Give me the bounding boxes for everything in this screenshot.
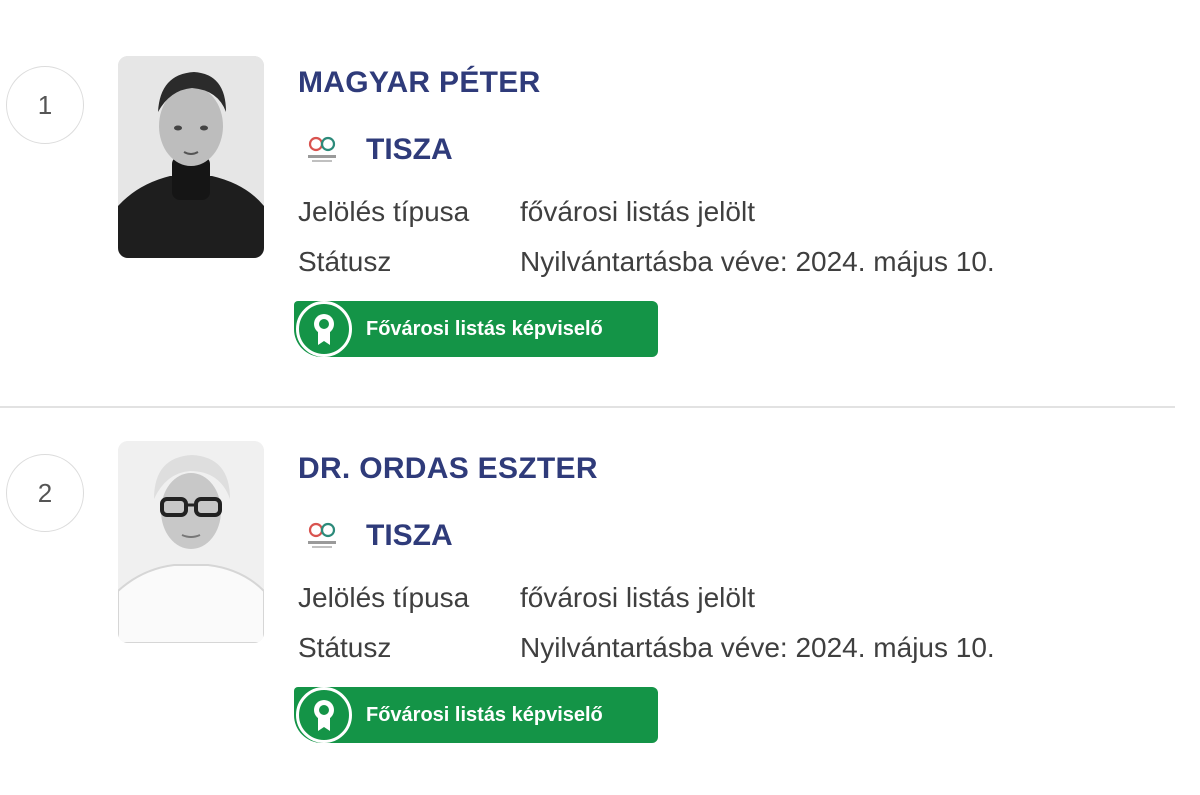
- party: TISZA: [300, 516, 453, 556]
- status-row: Státusz Nyilvántartásba véve: 2024. május…: [298, 632, 995, 664]
- status-label: Státusz: [298, 246, 392, 277]
- elected-badge: Fővárosi listás képviselő: [294, 687, 658, 743]
- nomination-label: Jelölés típusa: [298, 196, 470, 227]
- rank-number: 1: [6, 66, 84, 144]
- party: TISZA: [300, 130, 453, 170]
- award-icon: [296, 687, 352, 743]
- nomination-label: Jelölés típusa: [298, 582, 470, 613]
- nomination-value: fővárosi listás jelölt: [520, 582, 755, 613]
- elected-badge: Fővárosi listás képviselő: [294, 301, 658, 357]
- man-portrait-icon: [118, 56, 264, 258]
- candidate-name[interactable]: DR. ORDAS ESZTER: [298, 452, 598, 486]
- badge-label: Fővárosi listás képviselő: [366, 703, 603, 726]
- woman-portrait-icon: [118, 441, 264, 643]
- party-name: TISZA: [366, 133, 453, 166]
- status-row: Státusz Nyilvántartásba véve: 2024. május…: [298, 246, 995, 278]
- rank-number: 2: [6, 454, 84, 532]
- tisza-logo-icon: [308, 522, 336, 548]
- status-label: Státusz: [298, 632, 392, 663]
- nomination-row: Jelölés típusa fővárosi listás jelölt: [298, 582, 755, 614]
- candidate-name[interactable]: MAGYAR PÉTER: [298, 66, 541, 100]
- status-value: Nyilvántartásba véve: 2024. május 10.: [520, 246, 995, 277]
- candidate-card: 1 MAGYAR PÉTER TISZA Jelölés típusa fővár…: [0, 0, 1200, 385]
- candidate-card: 2 DR. ORDAS ESZTER TISZA Jelölés típusa f…: [0, 386, 1200, 771]
- status-value: Nyilvántartásba véve: 2024. május 10.: [520, 632, 995, 663]
- tisza-logo-icon: [308, 136, 336, 162]
- nomination-value: fővárosi listás jelölt: [520, 196, 755, 227]
- award-icon: [296, 301, 352, 357]
- nomination-row: Jelölés típusa fővárosi listás jelölt: [298, 196, 755, 228]
- candidate-photo[interactable]: [118, 441, 264, 643]
- party-name: TISZA: [366, 519, 453, 552]
- candidate-photo[interactable]: [118, 56, 264, 258]
- badge-label: Fővárosi listás képviselő: [366, 317, 603, 340]
